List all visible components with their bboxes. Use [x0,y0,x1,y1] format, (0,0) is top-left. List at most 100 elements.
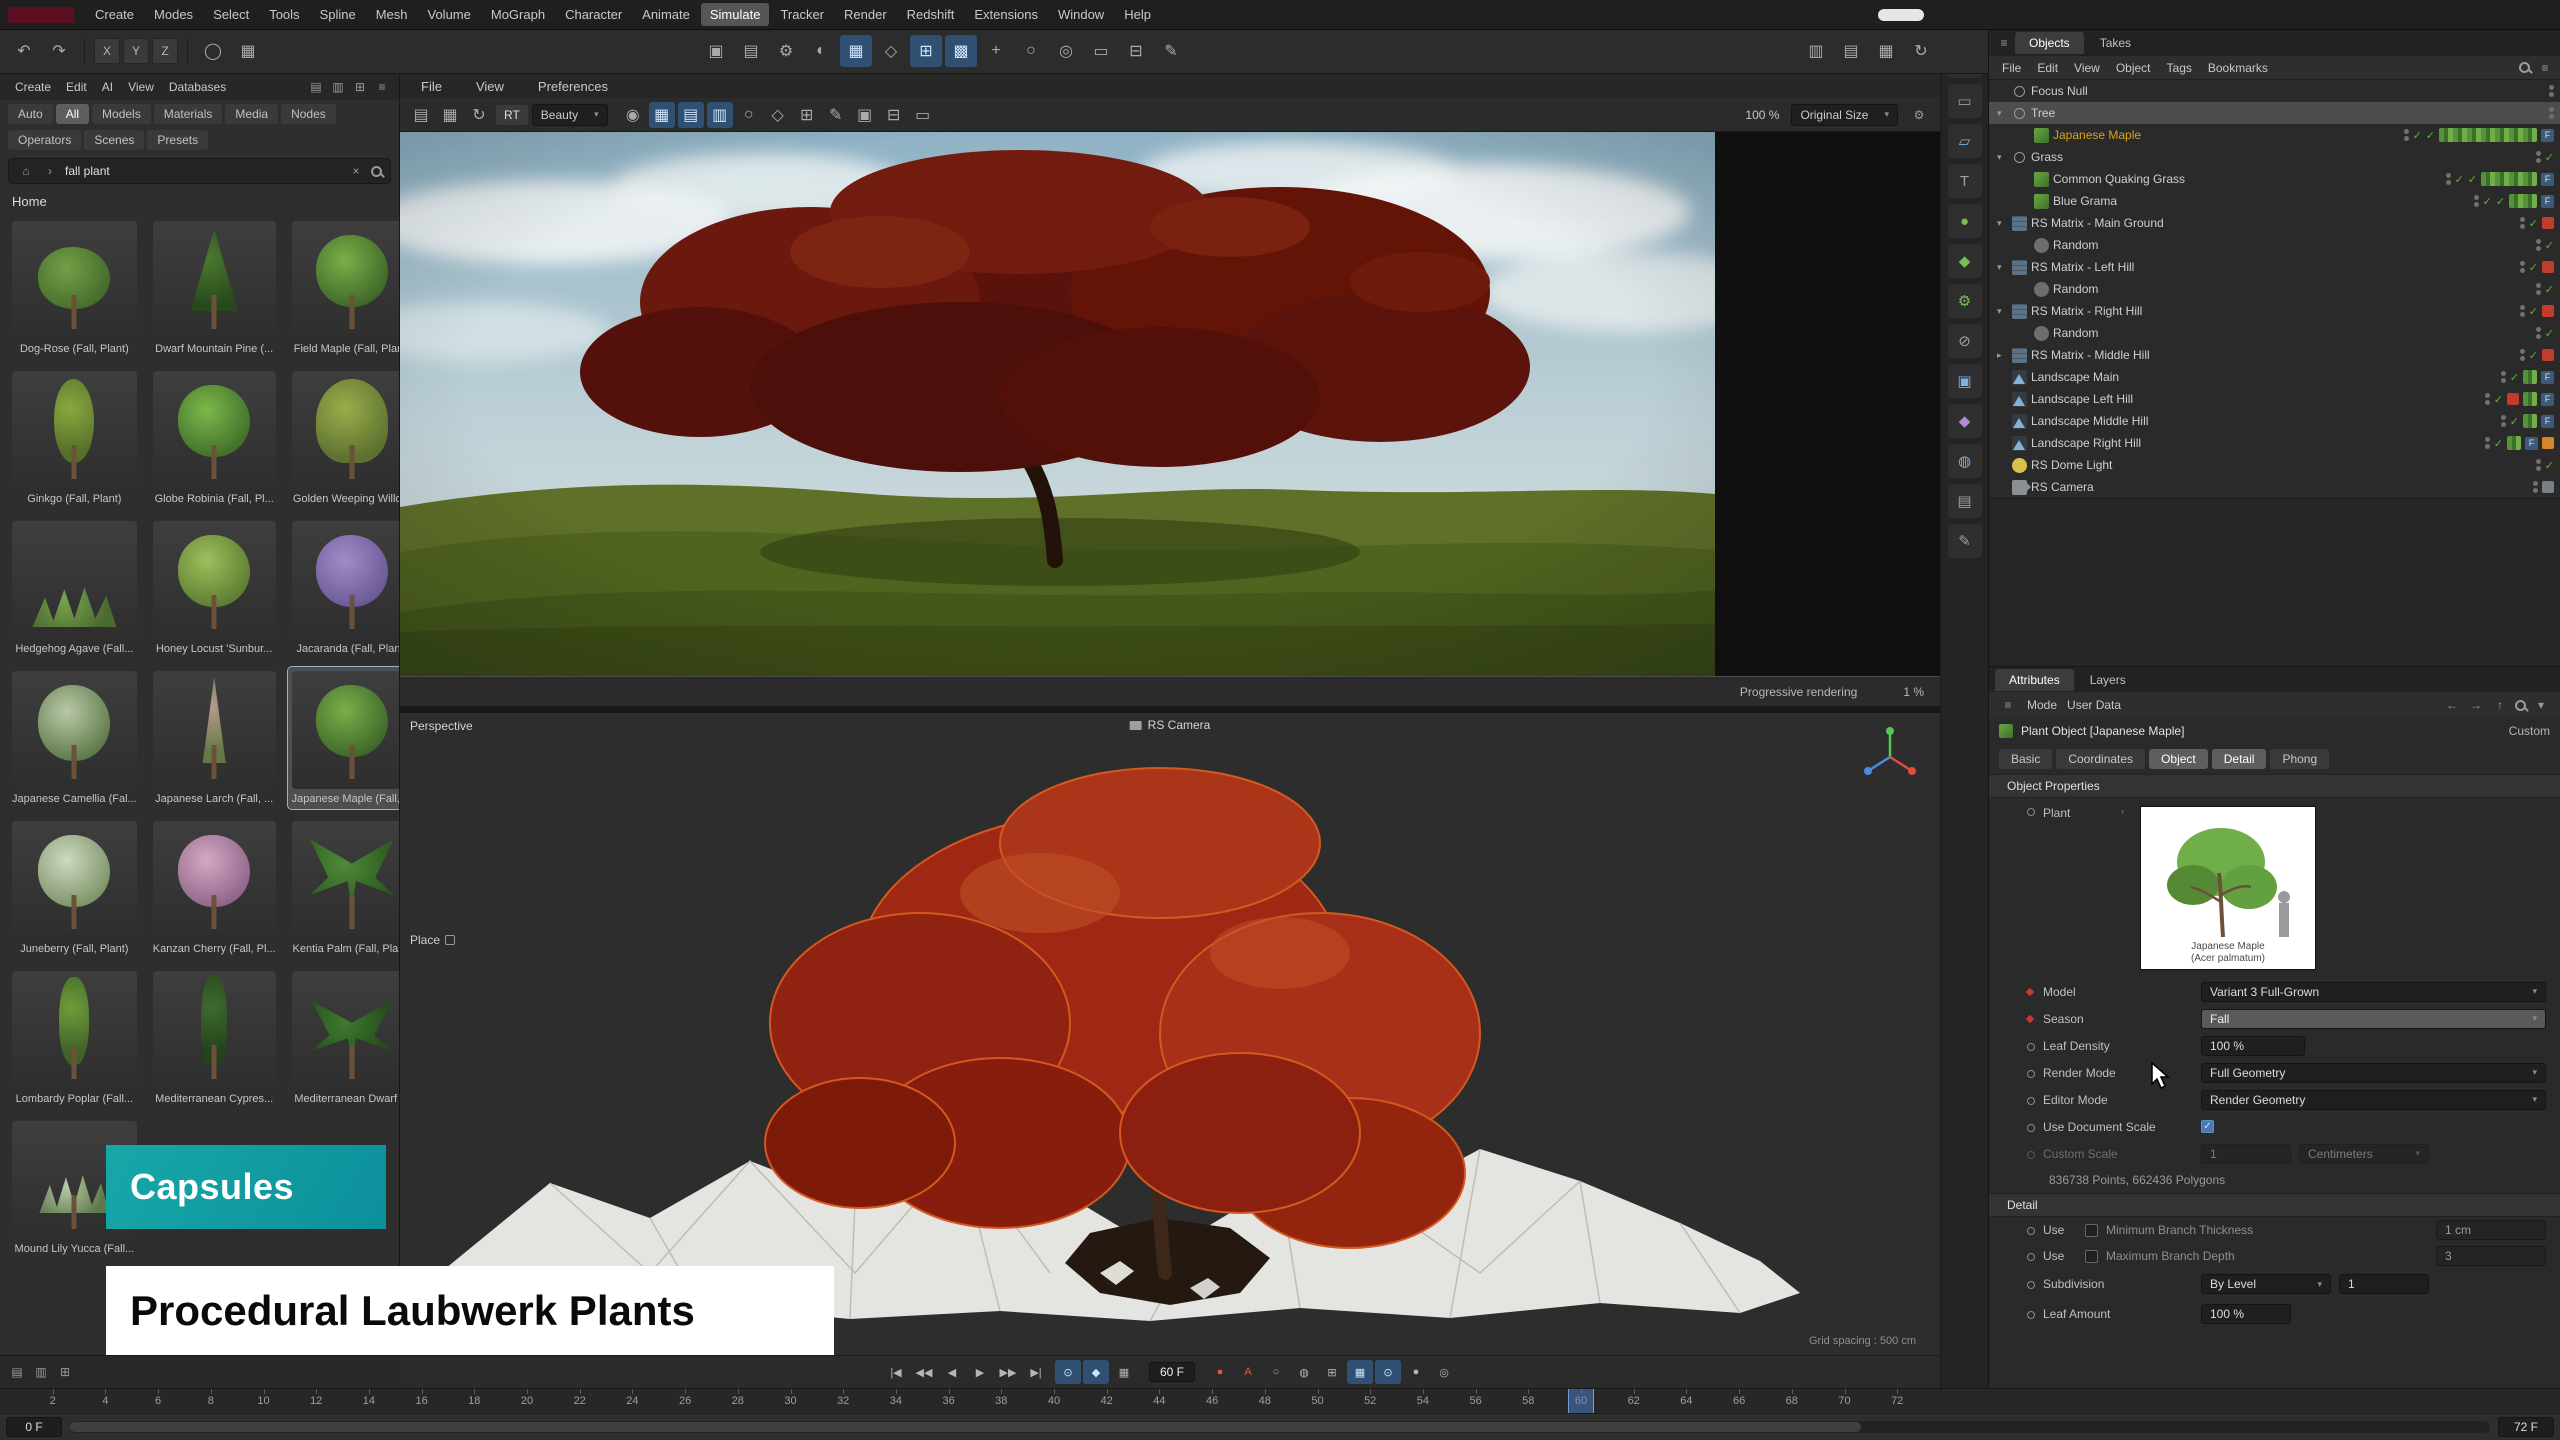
param-marker[interactable] [2025,1225,2035,1235]
material-thumbnails[interactable] [2523,392,2537,406]
expand-arrow-icon[interactable]: ▾ [1997,218,2008,229]
side-tool-icon[interactable]: ⊘ [1948,324,1982,358]
field-tag-icon[interactable]: F [2525,437,2538,450]
custom-scale-unit-dropdown[interactable]: Centimeters ▾ [2299,1144,2429,1164]
size-dropdown[interactable]: Original Size ▾ [1791,104,1898,126]
material-thumbnails[interactable] [2523,414,2537,428]
object-manager-menu-item[interactable]: Tags [2160,59,2199,77]
toolbar-icon[interactable]: ⊟ [1120,35,1152,67]
toolbar-icon[interactable]: ⚙ [770,35,802,67]
param-marker[interactable] [2025,1122,2035,1132]
visibility-dots[interactable] [2533,481,2538,493]
coordinate-system-icon[interactable]: ◯ [197,35,229,67]
toolbar-icon[interactable]: ▩ [945,35,977,67]
keying-icon[interactable]: ⊙ [1375,1360,1401,1384]
renderview-icon[interactable]: ▦ [437,102,463,128]
object-row[interactable]: ▾ Grass ✓ ✓ F [1989,146,2560,168]
side-tool-icon[interactable]: ▤ [1948,484,1982,518]
use-checkbox[interactable] [2085,1224,2098,1237]
enable-check-icon[interactable]: ✓ [2494,437,2503,450]
param-marker[interactable] [2025,1279,2035,1289]
leaf-amount-input[interactable]: 100 % [2201,1304,2291,1324]
asset-card[interactable]: Japanese Larch (Fall, ... [149,667,280,809]
enable-check-icon[interactable]: ✓ [2483,195,2492,208]
visibility-dots[interactable] [2549,107,2554,119]
enable-check-icon[interactable]: ✓ [2496,195,2505,208]
side-tool-icon[interactable]: ◆ [1948,244,1982,278]
search-icon[interactable] [2519,62,2530,73]
renderview-icon[interactable]: ✎ [823,102,849,128]
object-manager-menu-item[interactable]: View [2067,59,2107,77]
camera-label[interactable]: RS Camera [1130,718,1211,732]
menubar-item[interactable]: MoGraph [482,3,554,26]
menubar-item[interactable]: Spline [311,3,365,26]
search-icon[interactable] [2515,700,2526,711]
enable-check-icon[interactable]: ✓ [2413,129,2422,142]
renderview-icon[interactable]: ◉ [620,102,646,128]
playhead[interactable] [1568,1389,1594,1413]
footer-icon[interactable]: ⊞ [56,1363,74,1381]
perspective-viewport[interactable]: Perspective RS Camera Place Grid spacing… [400,713,1940,1355]
material-thumbnails[interactable] [2507,436,2521,450]
param-value[interactable]: Fall ▾ [2201,1009,2546,1029]
param-marker[interactable] [2025,1041,2035,1051]
asset-card[interactable]: Juneberry (Fall, Plant) [8,817,141,959]
field-tag-icon[interactable]: F [2541,195,2554,208]
menubar-item[interactable]: Redshift [898,3,964,26]
attribute-tab-button[interactable]: Coordinates [2056,749,2145,769]
object-row[interactable]: Random ✓ ✓ F [1989,234,2560,256]
axis-lock-button[interactable]: X [94,38,120,64]
menubar-item[interactable]: Window [1049,3,1113,26]
param-value[interactable]: Variant 3 Full-Grown ▾ [2201,982,2546,1002]
expand-arrow-icon[interactable]: ▾ [1997,152,2008,163]
playback-button[interactable]: ◀◀ [911,1360,937,1384]
asset-card[interactable]: Mediterranean Dwarf ... [288,967,399,1109]
axis-lock-button[interactable]: Y [123,38,149,64]
asset-card[interactable]: Japanese Maple (Fall, ... [288,667,399,809]
asset-filter-tab[interactable]: Materials [154,104,223,124]
timeline-ruler[interactable]: 2 4 6 8 10 12 14 16 18 20 [0,1388,2560,1413]
playback-button[interactable]: ◀ [939,1360,965,1384]
param-marker[interactable] [2025,1309,2035,1319]
side-tool-icon[interactable]: ◍ [1948,444,1982,478]
renderview-icon[interactable]: ▣ [852,102,878,128]
keying-icon[interactable]: ⊞ [1319,1360,1345,1384]
enable-check-icon[interactable]: ✓ [2545,239,2554,252]
keying-icon[interactable]: ● [1207,1360,1233,1384]
visibility-dots[interactable] [2536,239,2541,251]
enable-check-icon[interactable]: ✓ [2494,393,2503,406]
axis-gizmo[interactable] [1858,723,1922,787]
render-mode-dropdown[interactable]: Beauty ▾ [532,104,608,126]
renderview-icon[interactable]: ◇ [765,102,791,128]
enable-check-icon[interactable]: ✓ [2426,129,2435,142]
visibility-dots[interactable] [2520,349,2525,361]
redshift-tag-icon[interactable] [2542,305,2554,317]
object-manager-menu-item[interactable]: Object [2109,59,2158,77]
footer-icon[interactable]: ▥ [32,1363,50,1381]
menubar-item[interactable]: Character [556,3,631,26]
viewport-divider[interactable] [400,706,1940,713]
object-row[interactable]: Landscape Left Hill ✓ ✓ F [1989,388,2560,410]
object-row[interactable]: Random ✓ ✓ F [1989,322,2560,344]
axis-lock-button[interactable]: Z [152,38,178,64]
keying-icon[interactable]: A [1235,1360,1261,1384]
layout-icon[interactable]: ↻ [1905,35,1937,67]
visibility-dots[interactable] [2520,305,2525,317]
attribute-tab-button[interactable]: Basic [1999,749,2052,769]
layout-icon[interactable]: ▤ [1835,35,1867,67]
toolbar-icon[interactable]: ✎ [1155,35,1187,67]
material-thumbnails[interactable] [2481,172,2537,186]
object-row[interactable]: Japanese Maple ✓ ✓ F [1989,124,2560,146]
asset-search-bar[interactable]: ⌂ › fall plant × [8,158,391,184]
expand-arrow-icon[interactable]: ▸ [1997,350,2008,361]
menubar-item[interactable]: Simulate [701,3,770,26]
object-manager-menu-item[interactable]: Bookmarks [2201,59,2275,77]
hamburger-icon[interactable]: ≡ [1999,696,2017,714]
attribute-tab-button[interactable]: Phong [2270,749,2329,769]
side-tool-icon[interactable]: ▭ [1948,84,1982,118]
toolbar-icon[interactable]: ◇ [875,35,907,67]
asset-card[interactable]: Globe Robinia (Fall, Pl... [149,367,280,509]
asset-card[interactable]: Hedgehog Agave (Fall... [8,517,141,659]
search-input[interactable]: fall plant [65,164,341,178]
visibility-dots[interactable] [2520,217,2525,229]
